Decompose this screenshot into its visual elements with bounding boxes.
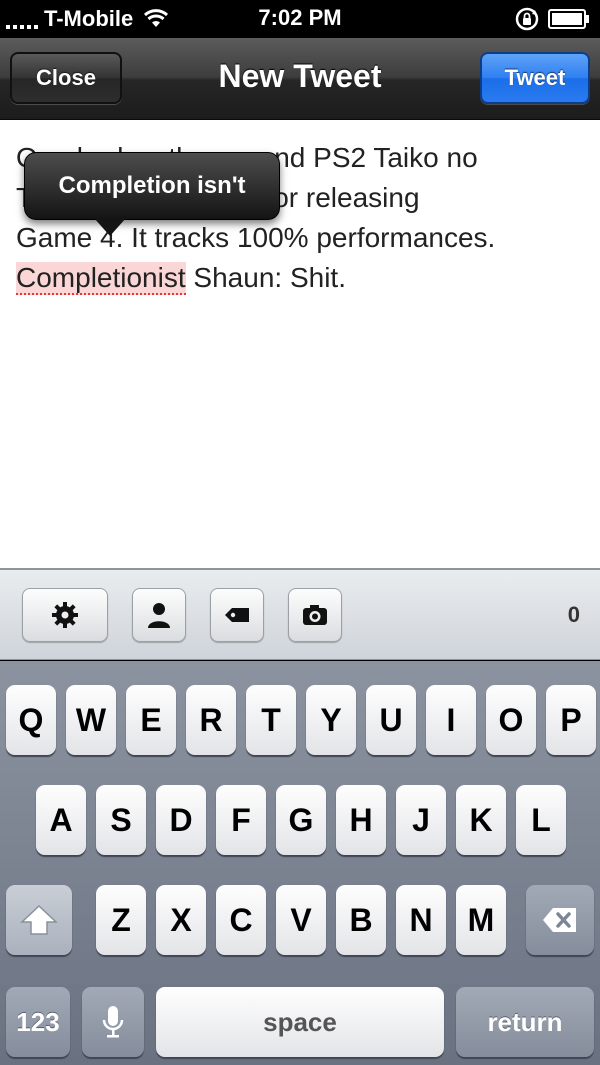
person-icon <box>148 603 170 628</box>
microphone-icon <box>102 1006 124 1038</box>
spelling-suggestion-tooltip[interactable]: Completion isn't <box>24 152 280 220</box>
key-x[interactable]: X <box>156 885 206 955</box>
status-bar: T-Mobile 7:02 PM <box>0 0 600 38</box>
return-key[interactable]: return <box>456 987 594 1057</box>
key-t[interactable]: T <box>246 685 296 755</box>
key-v[interactable]: V <box>276 885 326 955</box>
status-time: 7:02 PM <box>258 5 342 30</box>
keyboard: Q W E R T Y U I O P A S D F G H J K L Z … <box>0 661 600 1065</box>
key-q[interactable]: Q <box>6 685 56 755</box>
key-h[interactable]: H <box>336 785 386 855</box>
key-y[interactable]: Y <box>306 685 356 755</box>
delete-key[interactable] <box>526 885 594 955</box>
backspace-icon <box>543 908 576 932</box>
key-n[interactable]: N <box>396 885 446 955</box>
key-s[interactable]: S <box>96 785 146 855</box>
key-f[interactable]: F <box>216 785 266 855</box>
tweet-text-line-4-rest: Shaun: Shit. <box>185 262 346 293</box>
shift-key[interactable] <box>6 885 72 955</box>
misspelled-word[interactable]: Completionist <box>16 262 186 295</box>
key-b[interactable]: B <box>336 885 386 955</box>
key-o[interactable]: O <box>486 685 536 755</box>
compose-toolbar: 0 <box>0 568 600 660</box>
key-j[interactable]: J <box>396 785 446 855</box>
key-w[interactable]: W <box>66 685 116 755</box>
key-m[interactable]: M <box>456 885 506 955</box>
tweet-button[interactable]: Tweet <box>480 52 590 104</box>
dictation-key[interactable] <box>82 987 144 1057</box>
key-i[interactable]: I <box>426 685 476 755</box>
key-d[interactable]: D <box>156 785 206 855</box>
numbers-key[interactable]: 123 <box>6 987 70 1057</box>
hashtag-button[interactable] <box>210 588 264 642</box>
key-p[interactable]: P <box>546 685 596 755</box>
tweet-text-line-4: Completionist Shaun: Shit. <box>16 258 586 298</box>
key-e[interactable]: E <box>126 685 176 755</box>
nav-bar: Close New Tweet Tweet <box>0 38 600 120</box>
key-c[interactable]: C <box>216 885 266 955</box>
mention-button[interactable] <box>132 588 186 642</box>
rotation-lock-icon <box>515 7 539 31</box>
settings-button[interactable] <box>22 588 108 642</box>
tooltip-arrow <box>94 218 126 236</box>
gear-icon <box>52 602 78 628</box>
shift-arrow-icon <box>20 904 58 935</box>
space-key[interactable]: space <box>156 987 444 1057</box>
key-l[interactable]: L <box>516 785 566 855</box>
status-right <box>514 6 590 32</box>
key-z[interactable]: Z <box>96 885 146 955</box>
key-u[interactable]: U <box>366 685 416 755</box>
key-k[interactable]: K <box>456 785 506 855</box>
camera-button[interactable] <box>288 588 342 642</box>
key-g[interactable]: G <box>276 785 326 855</box>
camera-icon <box>303 605 327 625</box>
character-count: 0 <box>567 602 580 627</box>
tag-icon <box>225 608 249 622</box>
battery-icon <box>548 9 589 29</box>
key-a[interactable]: A <box>36 785 86 855</box>
key-r[interactable]: R <box>186 685 236 755</box>
